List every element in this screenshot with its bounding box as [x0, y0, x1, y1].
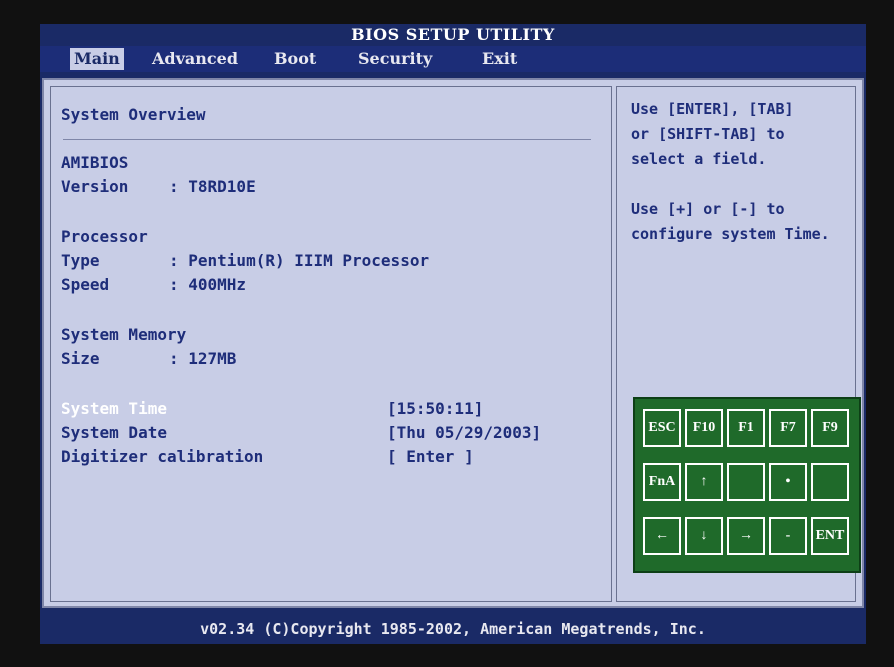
bios-screen: BIOS SETUP UTILITY Main Advanced Boot Se…: [40, 24, 866, 644]
processor-heading: Processor: [61, 227, 148, 246]
processor-speed-label: Speed: [61, 275, 110, 294]
key-f9[interactable]: F9: [811, 409, 849, 447]
key-esc[interactable]: ESC: [643, 409, 681, 447]
system-date-label[interactable]: System Date: [61, 423, 167, 442]
main-frame: System Overview AMIBIOS Version : T8RD10…: [50, 86, 612, 602]
key-fna[interactable]: FnA: [643, 463, 681, 501]
main-panel: System Overview AMIBIOS Version : T8RD10…: [42, 78, 864, 608]
system-time-value[interactable]: [15:50:11]: [387, 399, 483, 418]
menu-exit[interactable]: Exit: [482, 48, 517, 70]
version-value: : T8RD10E: [169, 177, 256, 196]
system-time-label[interactable]: System Time: [61, 399, 167, 418]
digitizer-calibration-value[interactable]: [ Enter ]: [387, 447, 474, 466]
copyright-footer: v02.34 (C)Copyright 1985-2002, American …: [200, 620, 706, 638]
amibios-heading: AMIBIOS: [61, 153, 129, 172]
section-divider: [63, 139, 591, 140]
key-f1[interactable]: F1: [727, 409, 765, 447]
system-date-value[interactable]: [Thu 05/29/2003]: [387, 423, 541, 442]
menu-security[interactable]: Security: [358, 48, 432, 70]
memory-size-label: Size: [61, 349, 100, 368]
menu-main[interactable]: Main: [70, 48, 124, 70]
menu-bar: Main Advanced Boot Security Exit: [40, 46, 866, 72]
processor-type-value: : Pentium(R) IIIM Processor: [169, 251, 430, 270]
help-frame: Use [ENTER], [TAB] or [SHIFT-TAB] to sel…: [616, 86, 861, 602]
key-dot[interactable]: •: [769, 463, 807, 501]
keypad: ESC F10 F1 F7 F9 FnA ↑ • ← ↓ → - ENT: [633, 397, 861, 573]
key-up-arrow[interactable]: ↑: [685, 463, 723, 501]
key-blank-2[interactable]: [811, 463, 849, 501]
key-f10[interactable]: F10: [685, 409, 723, 447]
bios-title: BIOS SETUP UTILITY: [351, 25, 555, 44]
key-enter[interactable]: ENT: [811, 517, 849, 555]
key-blank-1[interactable]: [727, 463, 765, 501]
section-title: System Overview: [61, 105, 206, 124]
processor-type-label: Type: [61, 251, 100, 270]
key-right-arrow[interactable]: →: [727, 517, 765, 555]
help-text: Use [ENTER], [TAB] or [SHIFT-TAB] to sel…: [631, 100, 830, 243]
memory-size-value: : 127MB: [169, 349, 237, 368]
key-f7[interactable]: F7: [769, 409, 807, 447]
memory-heading: System Memory: [61, 325, 187, 344]
processor-speed-value: : 400MHz: [169, 275, 247, 294]
version-label: Version: [61, 177, 129, 196]
key-down-arrow[interactable]: ↓: [685, 517, 723, 555]
menu-boot[interactable]: Boot: [274, 48, 316, 70]
menu-advanced[interactable]: Advanced: [152, 48, 238, 70]
digitizer-calibration-label[interactable]: Digitizer calibration: [61, 447, 263, 466]
key-minus[interactable]: -: [769, 517, 807, 555]
key-left-arrow[interactable]: ←: [643, 517, 681, 555]
